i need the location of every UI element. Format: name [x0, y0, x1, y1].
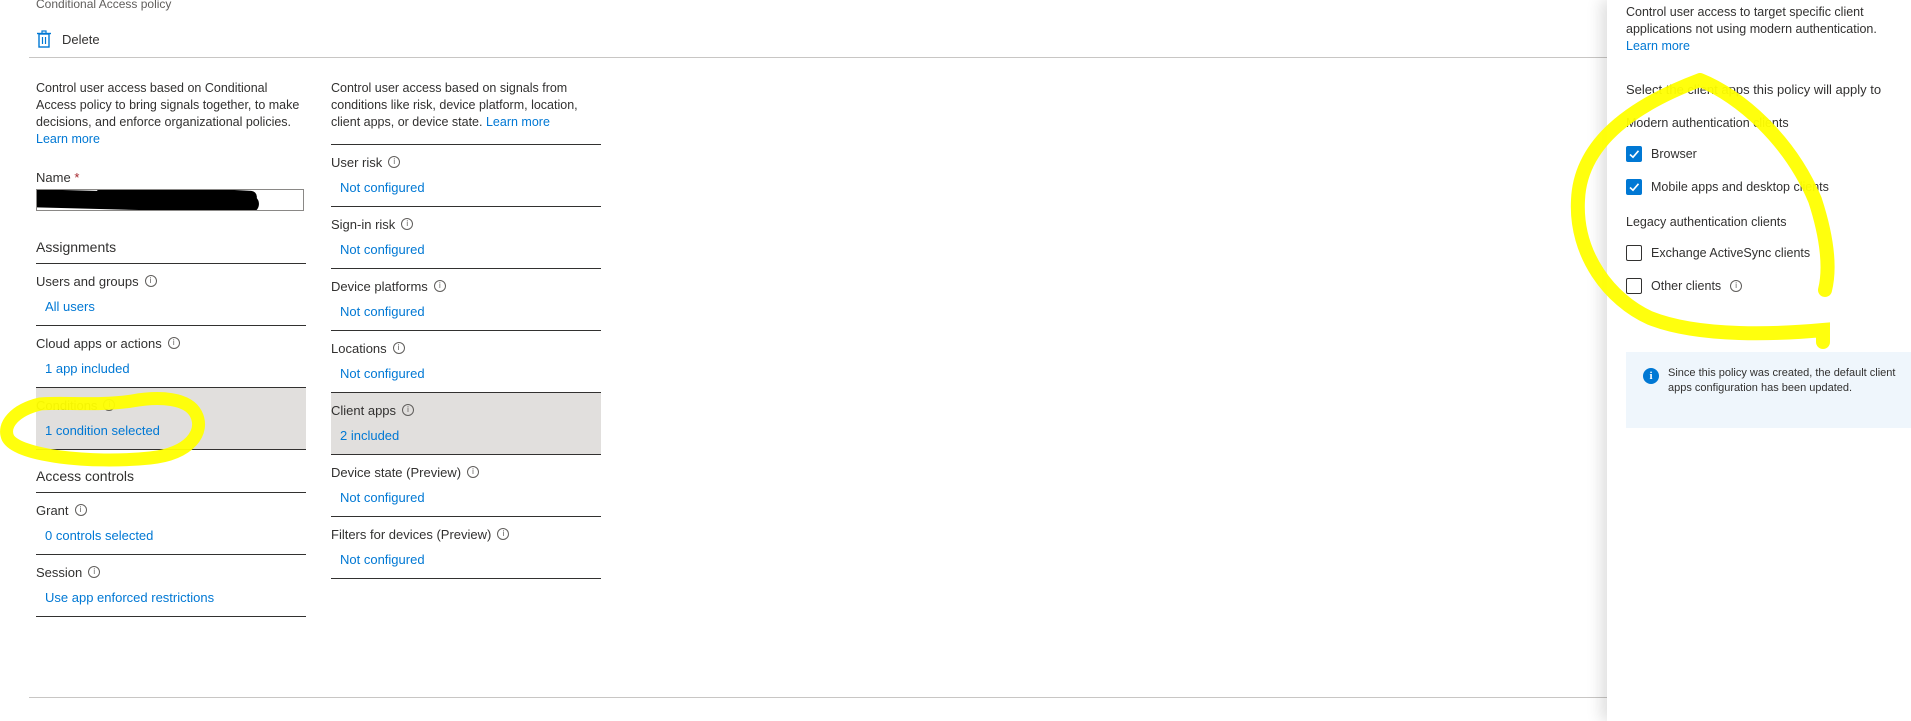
users-and-groups-item[interactable]: Users and groups i All users — [36, 264, 306, 326]
item-label: Sign-in risk — [331, 216, 396, 232]
browser-checkbox[interactable]: Browser — [1626, 144, 1911, 163]
panel-description: Control user access to target specific c… — [1626, 5, 1877, 53]
learn-more-link[interactable]: Learn more — [1626, 39, 1690, 53]
checkmark-icon — [1629, 182, 1640, 191]
device-state-item[interactable]: Device state (Preview) i Not configured — [331, 455, 601, 517]
other-clients-checkbox[interactable]: Other clients i — [1626, 276, 1911, 295]
checkbox-unchecked[interactable] — [1626, 244, 1642, 261]
info-icon[interactable]: i — [88, 566, 101, 578]
item-label: User risk — [331, 154, 383, 170]
conditions-value[interactable]: 1 condition selected — [36, 423, 306, 441]
policy-column: Control user access based on Conditional… — [36, 80, 306, 617]
item-label: Locations — [331, 340, 387, 356]
info-icon[interactable]: i — [74, 504, 87, 516]
sign-in-risk-value[interactable]: Not configured — [331, 242, 601, 260]
policy-description: Control user access based on Conditional… — [36, 81, 300, 146]
assignments-heading: Assignments — [36, 233, 306, 264]
cloud-apps-item[interactable]: Cloud apps or actions i 1 app included — [36, 326, 306, 388]
select-client-apps-label: Select the client apps this policy will … — [1626, 82, 1882, 97]
breadcrumb[interactable]: Conditional Access policy — [36, 0, 171, 11]
cloud-apps-value[interactable]: 1 app included — [36, 361, 306, 379]
device-platforms-value[interactable]: Not configured — [331, 304, 601, 322]
session-item[interactable]: Session i Use app enforced restrictions — [36, 555, 306, 617]
conditions-item[interactable]: Conditions i 1 condition selected — [36, 388, 306, 450]
checkbox-checked[interactable] — [1626, 178, 1642, 195]
checkbox-unchecked[interactable] — [1626, 277, 1642, 294]
grant-item[interactable]: Grant i 0 controls selected — [36, 493, 306, 555]
required-marker: * — [74, 170, 80, 185]
item-label: Cloud apps or actions — [36, 335, 162, 351]
info-icon[interactable]: i — [144, 275, 157, 287]
checkbox-label: Browser — [1651, 146, 1697, 161]
learn-more-link[interactable]: Learn more — [486, 115, 550, 129]
user-risk-item[interactable]: User risk i Not configured — [331, 145, 601, 207]
legacy-auth-heading: Legacy authentication clients — [1626, 215, 1787, 229]
info-icon[interactable]: i — [433, 280, 446, 292]
client-apps-value[interactable]: 2 included — [331, 428, 601, 446]
client-apps-panel: Control user access to target specific c… — [1607, 0, 1911, 721]
item-label: Users and groups — [36, 273, 139, 289]
info-icon[interactable]: i — [401, 218, 414, 230]
item-label: Grant — [36, 502, 69, 518]
info-icon[interactable]: i — [103, 399, 116, 411]
name-input[interactable] — [36, 189, 304, 211]
info-icon[interactable]: i — [388, 156, 401, 168]
info-icon[interactable]: i — [467, 466, 480, 478]
access-controls-heading: Access controls — [36, 462, 306, 493]
checkbox-label: Exchange ActiveSync clients — [1651, 245, 1811, 260]
grant-value[interactable]: 0 controls selected — [36, 528, 306, 546]
delete-label: Delete — [62, 31, 100, 47]
sign-in-risk-item[interactable]: Sign-in risk i Not configured — [331, 207, 601, 269]
info-filled-icon: i — [1643, 368, 1659, 384]
delete-button[interactable]: Delete — [36, 26, 100, 52]
item-label: Device state (Preview) — [331, 464, 462, 480]
info-icon[interactable]: i — [1730, 279, 1743, 292]
session-value[interactable]: Use app enforced restrictions — [36, 590, 306, 608]
locations-item[interactable]: Locations i Not configured — [331, 331, 601, 393]
device-state-value[interactable]: Not configured — [331, 490, 601, 508]
exchange-activesync-checkbox[interactable]: Exchange ActiveSync clients — [1626, 243, 1911, 262]
modern-auth-heading: Modern authentication clients — [1626, 116, 1789, 130]
learn-more-link[interactable]: Learn more — [36, 132, 100, 146]
item-label: Conditions — [36, 397, 98, 413]
name-label: Name * — [36, 170, 80, 185]
conditions-description: Control user access based on signals fro… — [331, 80, 601, 145]
user-risk-value[interactable]: Not configured — [331, 180, 601, 198]
checkbox-label: Mobile apps and desktop clients — [1651, 179, 1829, 194]
locations-value[interactable]: Not configured — [331, 366, 601, 384]
footer-divider — [29, 697, 1607, 698]
trash-icon — [37, 30, 51, 48]
checkbox-label: Other clients — [1651, 278, 1722, 293]
info-icon[interactable]: i — [392, 342, 405, 354]
conditions-column: Control user access based on signals fro… — [331, 80, 601, 579]
info-icon[interactable]: i — [497, 528, 510, 540]
info-message-bar: i Since this policy was created, the def… — [1626, 352, 1911, 428]
item-label: Device platforms — [331, 278, 428, 294]
filters-for-devices-item[interactable]: Filters for devices (Preview) i Not confi… — [331, 517, 601, 579]
item-label: Client apps — [331, 402, 397, 418]
item-label: Session — [36, 564, 83, 580]
filters-for-devices-value[interactable]: Not configured — [331, 552, 601, 570]
mobile-desktop-checkbox[interactable]: Mobile apps and desktop clients — [1626, 177, 1911, 196]
client-apps-item[interactable]: Client apps i 2 included — [331, 393, 601, 455]
device-platforms-item[interactable]: Device platforms i Not configured — [331, 269, 601, 331]
info-icon[interactable]: i — [167, 337, 180, 349]
checkmark-icon — [1629, 149, 1640, 158]
item-label: Filters for devices (Preview) — [331, 526, 492, 542]
checkbox-checked[interactable] — [1626, 145, 1642, 162]
users-and-groups-value[interactable]: All users — [36, 299, 306, 317]
toolbar-divider — [29, 57, 1607, 58]
info-message: Since this policy was created, the defau… — [1668, 367, 1896, 394]
info-icon[interactable]: i — [402, 404, 415, 416]
